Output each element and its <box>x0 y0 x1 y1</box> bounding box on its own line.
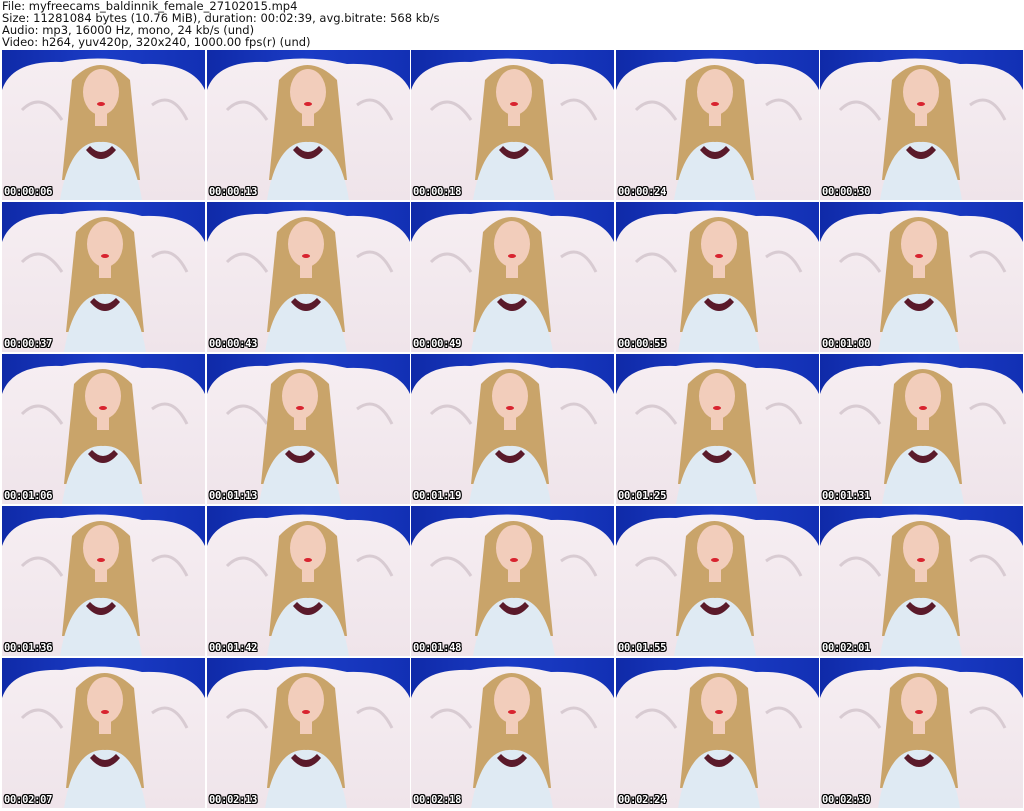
video-frame-image <box>616 202 819 352</box>
video-thumbnail: 00:00:13 <box>207 50 410 200</box>
thumbnail-timestamp: 00:01:06 <box>4 490 53 502</box>
thumbnail-timestamp: 00:02:30 <box>822 794 871 806</box>
video-frame-image <box>820 354 1023 504</box>
thumbnail-timestamp: 00:00:55 <box>618 338 667 350</box>
video-frame-image <box>616 506 819 656</box>
video-frame-image <box>207 354 410 504</box>
video-frame-image <box>411 354 614 504</box>
video-thumbnail: 00:00:49 <box>411 202 614 352</box>
thumbnail-timestamp: 00:00:06 <box>4 186 53 198</box>
video-frame-image <box>411 202 614 352</box>
video-frame-image <box>2 50 205 200</box>
thumbnail-timestamp: 00:02:01 <box>822 642 871 654</box>
video-thumbnail: 00:01:31 <box>820 354 1023 504</box>
video-frame-image <box>616 658 819 808</box>
video-frame-image <box>2 658 205 808</box>
video-thumbnail: 00:02:24 <box>616 658 819 808</box>
video-frame-image <box>411 50 614 200</box>
thumbnail-grid: 00:00:06 00:00:13 00:00:18 00:00:24 00:00:30… <box>0 50 1024 811</box>
thumbnail-timestamp: 00:01:13 <box>209 490 258 502</box>
thumbnail-timestamp: 00:01:36 <box>4 642 53 654</box>
thumbnail-timestamp: 00:01:31 <box>822 490 871 502</box>
video-frame-image <box>207 506 410 656</box>
video-thumbnail: 00:00:24 <box>616 50 819 200</box>
video-thumbnail: 00:00:37 <box>2 202 205 352</box>
info-header: File: myfreecams_baldinnik_female_271020… <box>0 0 1024 50</box>
thumbnail-timestamp: 00:00:49 <box>413 338 462 350</box>
video-thumbnail: 00:01:19 <box>411 354 614 504</box>
thumbnail-timestamp: 00:02:18 <box>413 794 462 806</box>
video-frame-image <box>820 506 1023 656</box>
video-info-line: Video: h264, yuv420p, 320x240, 1000.00 f… <box>2 35 311 49</box>
video-frame-image <box>411 658 614 808</box>
video-thumbnail: 00:02:30 <box>820 658 1023 808</box>
video-thumbnail: 00:00:55 <box>616 202 819 352</box>
video-thumbnail: 00:01:55 <box>616 506 819 656</box>
thumbnail-timestamp: 00:00:37 <box>4 338 53 350</box>
thumbnail-timestamp: 00:02:07 <box>4 794 53 806</box>
video-frame-image <box>411 506 614 656</box>
thumbnail-timestamp: 00:00:43 <box>209 338 258 350</box>
video-frame-image <box>2 506 205 656</box>
thumbnail-timestamp: 00:00:24 <box>618 186 667 198</box>
video-thumbnail: 00:02:07 <box>2 658 205 808</box>
thumbnail-timestamp: 00:01:42 <box>209 642 258 654</box>
thumbnail-timestamp: 00:00:13 <box>209 186 258 198</box>
video-frame-image <box>2 354 205 504</box>
video-frame-image <box>207 658 410 808</box>
video-thumbnail: 00:01:06 <box>2 354 205 504</box>
thumbnail-timestamp: 00:01:00 <box>822 338 871 350</box>
thumbnail-timestamp: 00:02:24 <box>618 794 667 806</box>
video-frame-image <box>207 202 410 352</box>
thumbnail-timestamp: 00:00:30 <box>822 186 871 198</box>
video-thumbnail: 00:01:13 <box>207 354 410 504</box>
video-frame-image <box>2 202 205 352</box>
video-thumbnail: 00:02:01 <box>820 506 1023 656</box>
thumbnail-timestamp: 00:01:55 <box>618 642 667 654</box>
video-thumbnail: 00:01:36 <box>2 506 205 656</box>
video-thumbnail: 00:02:18 <box>411 658 614 808</box>
video-frame-image <box>820 50 1023 200</box>
video-thumbnail: 00:00:43 <box>207 202 410 352</box>
video-thumbnail: 00:00:30 <box>820 50 1023 200</box>
thumbnail-timestamp: 00:02:13 <box>209 794 258 806</box>
video-thumbnail: 00:01:00 <box>820 202 1023 352</box>
video-thumbnail: 00:02:13 <box>207 658 410 808</box>
thumbnail-timestamp: 00:01:19 <box>413 490 462 502</box>
video-frame-image <box>207 50 410 200</box>
video-thumbnail: 00:01:42 <box>207 506 410 656</box>
thumbnail-timestamp: 00:01:25 <box>618 490 667 502</box>
video-frame-image <box>820 202 1023 352</box>
video-thumbnail: 00:00:18 <box>411 50 614 200</box>
video-thumbnail: 00:00:06 <box>2 50 205 200</box>
video-thumbnail: 00:01:48 <box>411 506 614 656</box>
thumbnail-timestamp: 00:00:18 <box>413 186 462 198</box>
video-frame-image <box>616 50 819 200</box>
video-thumbnail: 00:01:25 <box>616 354 819 504</box>
video-frame-image <box>820 658 1023 808</box>
thumbnail-timestamp: 00:01:48 <box>413 642 462 654</box>
video-frame-image <box>616 354 819 504</box>
